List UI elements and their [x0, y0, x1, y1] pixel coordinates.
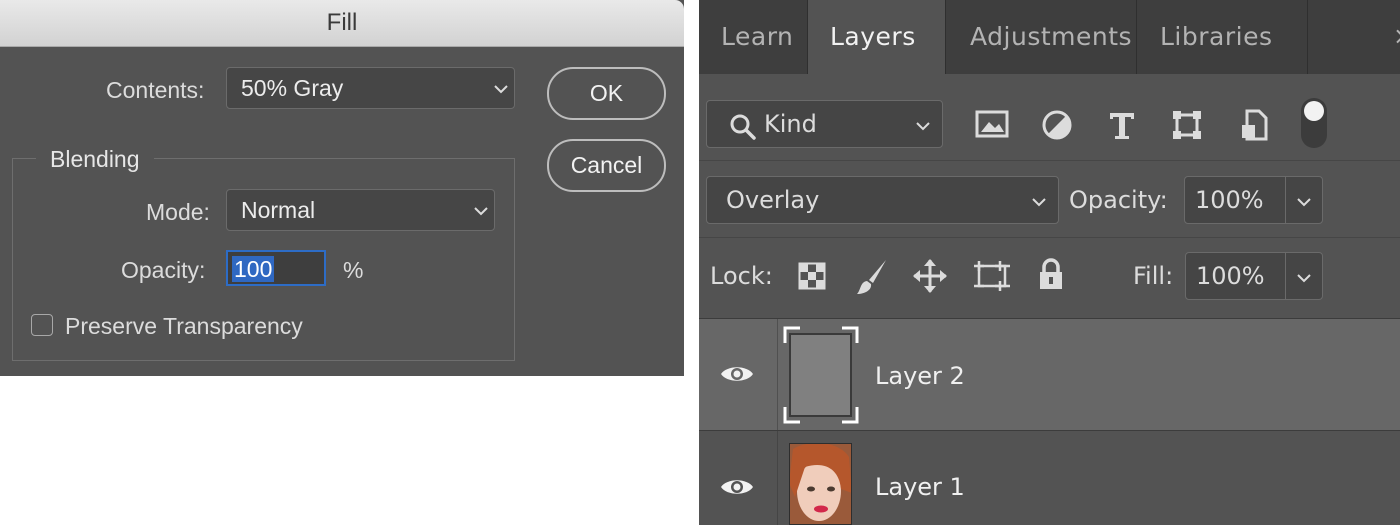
visibility-eye-icon[interactable]	[719, 476, 755, 498]
tab-layers[interactable]: Layers	[808, 0, 945, 74]
layer-fill-value[interactable]: 100%	[1196, 262, 1265, 290]
mode-label: Mode:	[146, 199, 210, 225]
ok-button[interactable]: OK	[547, 67, 666, 120]
filter-kind-value: Kind	[764, 110, 817, 138]
mode-select-value: Normal	[241, 197, 316, 223]
contents-label: Contents:	[106, 77, 205, 103]
opacity-input-value: 100	[232, 256, 275, 282]
tab-learn[interactable]: Learn	[699, 0, 807, 74]
chevron-down-icon	[1032, 198, 1046, 207]
panel-tab-bar: Learn Layers Adjustments Libraries ×	[699, 0, 1400, 74]
layer-opacity-field[interactable]: 100%	[1184, 176, 1323, 224]
cancel-button[interactable]: Cancel	[547, 139, 666, 192]
preserve-transparency-checkbox[interactable]	[31, 314, 53, 336]
smart-object-filter-icon[interactable]	[1239, 108, 1269, 142]
chevron-down-icon[interactable]	[1296, 197, 1312, 207]
search-icon	[730, 114, 756, 140]
chevron-down-icon	[474, 207, 488, 216]
chevron-down-icon	[494, 85, 508, 94]
lock-artboard-icon[interactable]	[972, 259, 1012, 293]
selection-bracket-icon	[783, 326, 859, 424]
layer-name[interactable]: Layer 2	[875, 362, 965, 390]
layer-fill-field[interactable]: 100%	[1185, 252, 1323, 300]
chevron-down-icon[interactable]	[1296, 273, 1312, 283]
tab-libraries[interactable]: Libraries	[1137, 0, 1307, 74]
panel-close-icon[interactable]: ×	[1385, 0, 1400, 74]
blend-mode-select[interactable]: Overlay	[706, 176, 1059, 224]
blend-mode-value: Overlay	[726, 186, 820, 214]
preserve-transparency-label[interactable]: Preserve Transparency	[65, 313, 303, 340]
layer-row-layer-2[interactable]: Layer 2	[699, 319, 1400, 430]
image-filter-icon[interactable]	[975, 110, 1009, 138]
adjustment-filter-icon[interactable]	[1041, 109, 1073, 141]
opacity-unit: %	[343, 257, 364, 283]
lock-transparent-pixels-icon[interactable]	[798, 262, 826, 290]
fill-dialog: Fill Contents: 50% Gray OK Cancel Blendi…	[0, 0, 684, 376]
mode-select[interactable]: Normal	[226, 189, 495, 231]
contents-select[interactable]: 50% Gray	[226, 67, 515, 109]
type-filter-icon[interactable]	[1108, 110, 1136, 140]
shape-filter-icon[interactable]	[1171, 109, 1203, 141]
filter-kind-select[interactable]: Kind	[706, 100, 943, 148]
blending-group-label: Blending	[36, 146, 154, 173]
dialog-titlebar[interactable]: Fill	[0, 0, 684, 47]
filter-toggle-icon[interactable]	[1301, 98, 1327, 148]
layer-thumbnail-portrait	[789, 443, 852, 525]
opacity-label: Opacity:	[121, 257, 206, 283]
lock-label: Lock:	[710, 262, 773, 290]
fill-label: Fill:	[1133, 262, 1174, 290]
layer-name[interactable]: Layer 1	[875, 473, 965, 501]
layers-panel: Learn Layers Adjustments Libraries × Kin…	[699, 0, 1400, 525]
chevron-down-icon	[916, 122, 930, 131]
lock-all-icon[interactable]	[1037, 258, 1065, 292]
contents-select-value: 50% Gray	[241, 75, 344, 101]
visibility-eye-icon[interactable]	[719, 363, 755, 385]
layer-row-layer-1[interactable]: Layer 1	[699, 431, 1400, 525]
tab-adjustments[interactable]: Adjustments	[946, 0, 1136, 74]
opacity-input[interactable]: 100	[226, 250, 326, 286]
layer-opacity-value[interactable]: 100%	[1195, 186, 1264, 214]
dialog-title: Fill	[326, 9, 358, 36]
layer-opacity-label: Opacity:	[1069, 186, 1168, 214]
lock-position-icon[interactable]	[912, 258, 948, 294]
lock-image-pixels-icon[interactable]	[855, 258, 889, 296]
